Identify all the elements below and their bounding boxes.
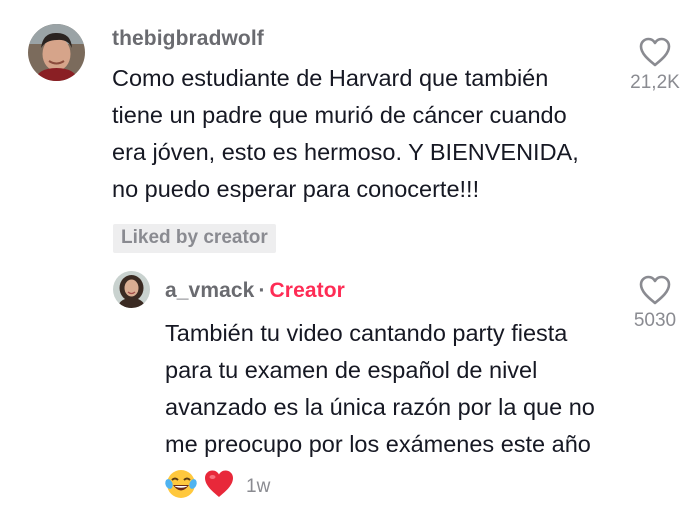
liked-by-creator-badge: Liked by creator [113, 224, 276, 253]
avatar[interactable] [28, 24, 85, 81]
creator-photo-icon [113, 271, 150, 308]
reply-text-line: para tu examen de español de nivel [165, 357, 538, 383]
reply-timestamp: 1w [246, 475, 271, 497]
reply-text: También tu video cantando party fiesta p… [165, 315, 595, 463]
reply-like-button[interactable]: 5030 [615, 274, 695, 332]
comment-like-count: 21,2K [630, 72, 680, 93]
comment-text-line: Como estudiante de Harvard que también [112, 65, 549, 91]
comment-text: Como estudiante de Harvard que también t… [112, 60, 579, 208]
comment-like-button[interactable]: 21,2K [615, 36, 695, 94]
username-separator: · [258, 279, 266, 302]
reply-meta: 1w [164, 467, 270, 506]
reply-author-row: a_vmack · Creator [165, 279, 345, 303]
comment-text-line: era jóven, esto es hermoso. Y BIENVENIDA… [112, 139, 579, 165]
reply-avatar[interactable] [113, 271, 150, 308]
reply-text-line: También tu video cantando party fiesta [165, 320, 568, 346]
creator-label: Creator [269, 279, 345, 302]
reply-like-count: 5030 [633, 310, 677, 331]
comment-text-line: no puedo esperar para conocerte!!! [112, 176, 480, 202]
reply-text-line: me preocupo por los exámenes este año [165, 431, 591, 457]
heart-outline-icon [639, 275, 671, 305]
reply-text-line: avanzado es la única razón por la que no [165, 394, 595, 420]
laughing-tears-emoji [164, 467, 198, 506]
heart-outline-icon [639, 37, 671, 67]
comment-username[interactable]: thebigbradwolf [112, 27, 264, 51]
comment-text-line: tiene un padre que murió de cáncer cuand… [112, 102, 567, 128]
red-heart-emoji [202, 467, 236, 506]
reply-username[interactable]: a_vmack [165, 279, 254, 302]
user-photo-icon [28, 24, 85, 81]
